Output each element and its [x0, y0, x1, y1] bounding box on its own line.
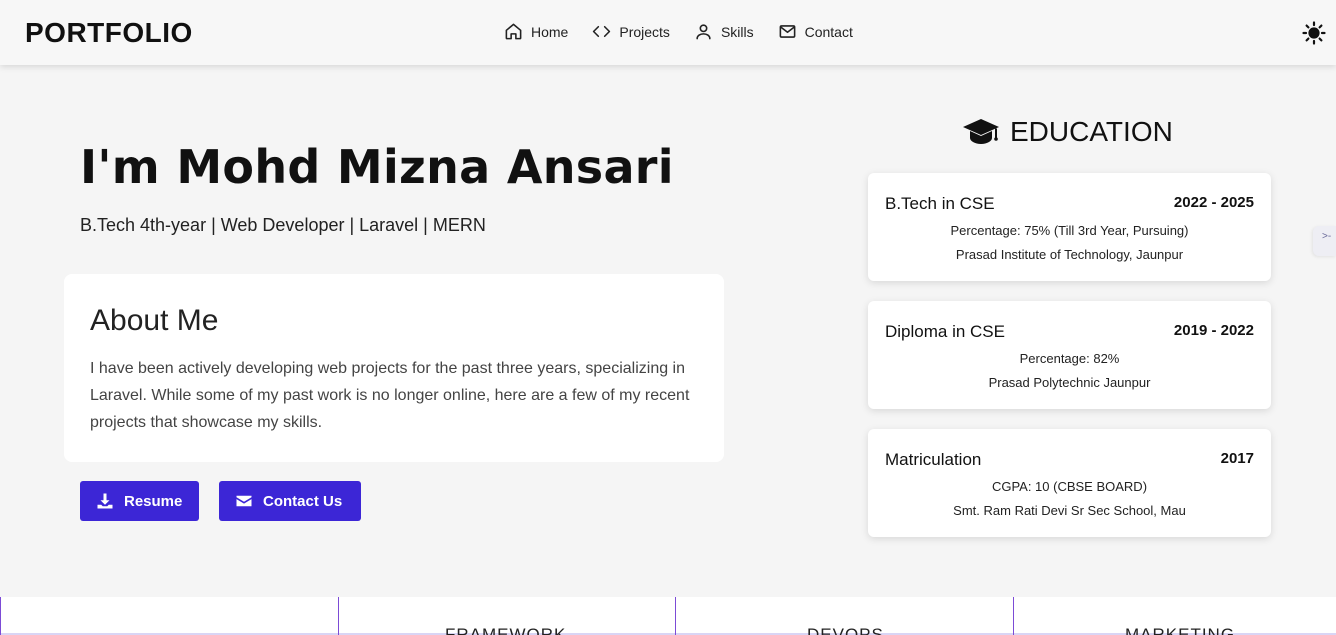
education-years: 2019 - 2022	[1173, 322, 1254, 339]
nav-link-skills[interactable]: Skills	[694, 22, 754, 41]
download-icon	[97, 493, 113, 509]
nav-link-label: Skills	[720, 23, 754, 40]
education-degree: Diploma in CSE	[885, 322, 1005, 341]
education-card-matriculation: Matriculation 2017 CGPA: 10 (CBSE BOARD)…	[868, 429, 1271, 537]
nav-link-contact[interactable]: Contact	[778, 22, 853, 41]
education-institution: Prasad Institute of Technology, Jaunpur	[955, 247, 1184, 262]
education-years: 2022 - 2025	[1173, 194, 1254, 211]
user-icon	[696, 24, 711, 40]
strip-divider	[1013, 597, 1014, 635]
hero-title: I'm Mohd Mizna Ansari	[80, 140, 674, 194]
education-degree: Matriculation	[885, 450, 982, 469]
strip-divider	[0, 597, 1, 635]
about-title: About Me	[90, 304, 219, 337]
category-label-marketing: MARKETING	[1125, 625, 1236, 635]
resume-button-label: Resume	[124, 492, 183, 510]
education-detail: Percentage: 75% (Till 3rd Year, Pursuing…	[950, 223, 1189, 238]
education-years: 2017	[1220, 450, 1254, 467]
education-detail: Percentage: 82%	[1019, 351, 1120, 366]
nav-link-label: Contact	[804, 23, 853, 40]
strip-divider	[338, 597, 339, 635]
education-degree: B.Tech in CSE	[885, 194, 995, 213]
contact-us-button[interactable]: Contact Us	[219, 481, 361, 521]
education-heading: EDUCATION	[962, 116, 1173, 148]
navbar: PORTFOLIO Home Projects Skills Contact	[0, 0, 1336, 65]
education-heading-label: EDUCATION	[1010, 116, 1173, 147]
code-icon	[593, 25, 611, 38]
category-label-devops: DEVOPS	[807, 625, 884, 635]
nav-link-label: Projects	[619, 23, 670, 40]
nav-links: Home Projects Skills Contact	[504, 22, 853, 41]
contact-us-button-label: Contact Us	[263, 492, 343, 510]
nav-link-home[interactable]: Home	[504, 22, 568, 41]
mail-icon	[779, 25, 796, 38]
skills-category-strip: FRAMEWORK DEVOPS MARKETING	[0, 597, 1336, 635]
education-institution: Prasad Polytechnic Jaunpur	[988, 375, 1151, 390]
education-card-diploma: Diploma in CSE 2019 - 2022 Percentage: 8…	[868, 301, 1271, 409]
hero-subtitle: B.Tech 4th-year | Web Developer | Larave…	[80, 215, 486, 235]
side-panel-tab[interactable]: >-	[1313, 226, 1336, 256]
strip-divider	[675, 597, 676, 635]
about-text: I have been actively developing web proj…	[90, 360, 690, 431]
brand-logo[interactable]: PORTFOLIO	[25, 17, 193, 49]
home-icon	[505, 23, 522, 40]
education-detail: CGPA: 10 (CBSE BOARD)	[991, 479, 1148, 494]
nav-link-label: Home	[531, 23, 569, 40]
category-label-framework: FRAMEWORK	[445, 625, 567, 635]
envelope-icon	[236, 495, 252, 507]
about-card: About Me I have been actively developing…	[64, 274, 724, 462]
education-card-btech: B.Tech in CSE 2022 - 2025 Percentage: 75…	[868, 173, 1271, 281]
nav-link-projects[interactable]: Projects	[592, 22, 670, 41]
sun-icon[interactable]	[1302, 21, 1326, 45]
resume-button[interactable]: Resume	[80, 481, 199, 521]
graduation-cap-icon	[963, 119, 999, 144]
education-institution: Smt. Ram Rati Devi Sr Sec School, Mau	[953, 503, 1186, 518]
